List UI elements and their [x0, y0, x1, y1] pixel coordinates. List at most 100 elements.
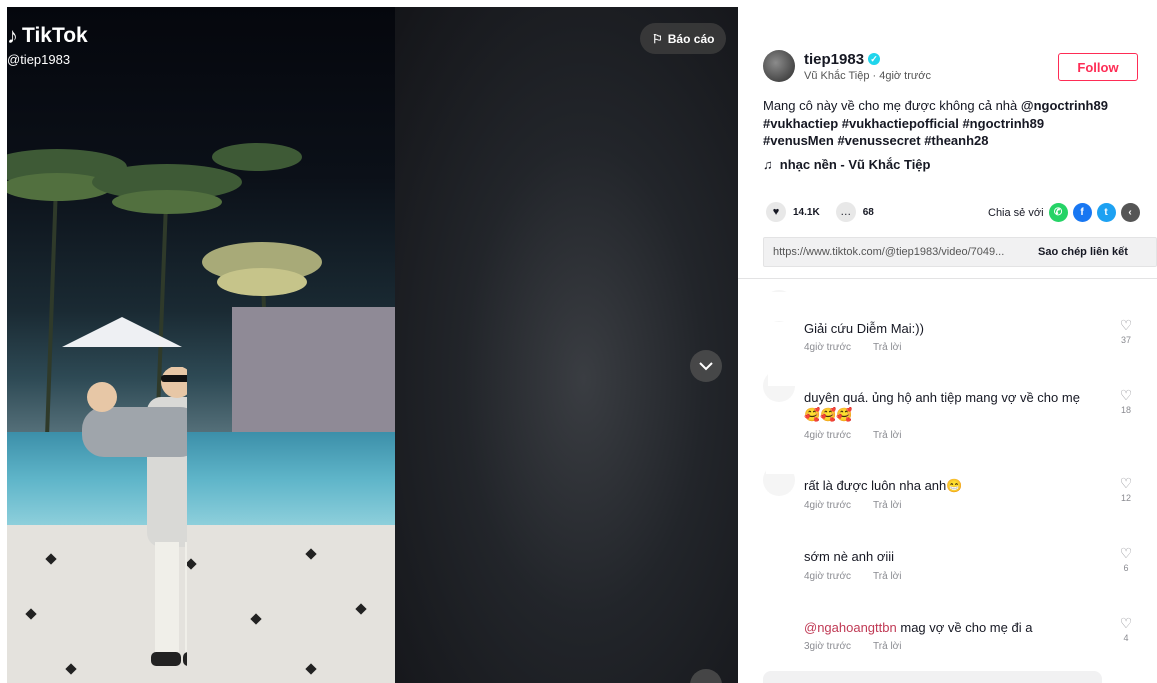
building-illustration — [232, 307, 397, 432]
caption-hashtag[interactable]: #vukhactiepofficial — [842, 116, 959, 131]
caption-hashtag[interactable]: #theanh28 — [924, 133, 988, 148]
comment-text: sớm nè anh ơiii — [804, 549, 895, 564]
music-link[interactable]: ♫ nhạc nền - Vũ Khắc Tiệp — [763, 157, 930, 172]
report-label: Báo cáo — [667, 31, 715, 46]
twitter-icon[interactable]: t — [1096, 203, 1116, 222]
engagement-actions: ♥ 14.1K … 68 — [766, 202, 890, 222]
comment-time: 4giờ trước — [804, 500, 852, 511]
comment-reply-button[interactable]: Trả lời — [873, 342, 901, 353]
comment-reply-button[interactable]: Trả lời — [873, 430, 901, 441]
music-note-icon: ♫ — [763, 157, 773, 172]
tiktok-brand-text: TikTok — [22, 24, 88, 47]
comment-meta: 4giờ trước Trả lời — [804, 430, 901, 441]
caption-hashtag[interactable]: #ngoctrinh89 — [962, 116, 1044, 131]
deck-tile — [355, 603, 367, 615]
tiktok-page: ♪ TikTok @tiep1983 ⚐ Báo cáo tiep1983 ✓ — [0, 0, 1157, 683]
comment-like-count: 37 — [1120, 335, 1131, 345]
caption-hashtag[interactable]: #venussecret — [837, 133, 920, 148]
comment-like-count: 18 — [1120, 405, 1131, 415]
heart-outline-icon: ♡ — [1119, 317, 1133, 333]
heart-outline-icon: ♡ — [1119, 615, 1133, 631]
comment-like[interactable]: ♡ 4 — [1116, 616, 1136, 643]
author-post-time: 4giờ trước — [879, 69, 931, 82]
comment-like-count: 4 — [1123, 633, 1129, 643]
share-row: Chia sẻ với ✆ f t ‹ — [988, 203, 1140, 222]
comment-input[interactable] — [763, 671, 1102, 683]
video-url[interactable]: https://www.tiktok.com/@tiep1983/video/7… — [764, 246, 1026, 258]
deck-tile — [25, 608, 37, 620]
facebook-icon[interactable]: f — [1072, 203, 1092, 222]
author-display-name: Vũ Khắc Tiệp — [804, 69, 870, 82]
comment-time: 4giờ trước — [804, 430, 852, 441]
comment-redaction — [846, 526, 880, 540]
heart-outline-icon: ♡ — [1119, 545, 1133, 561]
heart-icon[interactable]: ♥ — [766, 202, 786, 222]
flag-icon: ⚐ — [652, 31, 663, 46]
comment-redaction — [766, 446, 884, 474]
next-video-button[interactable] — [690, 350, 722, 382]
deck-illustration — [7, 525, 395, 683]
comment-redaction — [798, 596, 902, 616]
comment-time: 4giờ trước — [804, 342, 852, 353]
deck-tile — [185, 558, 197, 570]
share-link-box: https://www.tiktok.com/@tiep1983/video/7… — [763, 237, 1157, 267]
caption-mention[interactable]: @ngoctrinh89 — [1021, 98, 1108, 113]
copy-link-button[interactable]: Sao chép liên kết — [1026, 246, 1128, 258]
comment-text-body: mag vợ về cho mẹ đi a — [900, 620, 1033, 635]
deck-tile — [305, 548, 317, 560]
report-button[interactable]: ⚐ Báo cáo — [640, 23, 727, 54]
caption-hashtag[interactable]: #vukhactiep — [763, 116, 838, 131]
comment-text: Giải cứu Diễm Mai:)) — [804, 321, 924, 336]
comment-count: 68 — [862, 206, 874, 218]
author-username-row: tiep1983 ✓ — [804, 51, 931, 68]
heart-outline-icon: ♡ — [1119, 387, 1133, 403]
video-caption: Mang cô này về cho mẹ được không cả nhà … — [763, 97, 1113, 150]
caption-hashtag[interactable]: #venusMen — [763, 133, 834, 148]
comment-text: duyên quá. ủng hộ anh tiệp mang vợ về ch… — [804, 390, 1080, 422]
comment-redaction — [758, 292, 941, 321]
comment-text: rất là được luôn nha anh😁 — [804, 478, 963, 493]
author-avatar[interactable] — [763, 50, 795, 82]
author-sub: Vũ Khắc Tiệp · 4giờ trước — [804, 69, 931, 82]
comment-redaction — [768, 358, 1051, 386]
deck-tile — [45, 553, 57, 565]
details-panel: tiep1983 ✓ Vũ Khắc Tiệp · 4giờ trước Fol… — [738, 0, 1157, 683]
author-info[interactable]: tiep1983 ✓ Vũ Khắc Tiệp · 4giờ trước — [763, 50, 931, 82]
comment-time: 3giờ trước — [804, 641, 852, 652]
comment-time: 4giờ trước — [804, 571, 852, 582]
tiktok-note-icon: ♪ — [7, 23, 18, 48]
music-label: nhạc nền - Vũ Khắc Tiệp — [779, 157, 931, 172]
comment-mention[interactable]: @ngahoangttbn — [804, 620, 897, 635]
tiktok-logo: ♪ TikTok — [7, 23, 88, 49]
verified-badge-icon: ✓ — [868, 53, 881, 65]
comment-like[interactable]: ♡ 37 — [1116, 318, 1136, 345]
video-frame: ♪ TikTok @tiep1983 — [7, 7, 397, 683]
comment-like[interactable]: ♡ 18 — [1116, 388, 1136, 415]
caption-text: Mang cô này về cho mẹ được không cả nhà — [763, 98, 1018, 113]
comment-like-count: 12 — [1120, 493, 1131, 503]
comment-meta: 4giờ trước Trả lời — [804, 342, 901, 353]
comment-like[interactable]: ♡ 12 — [1116, 476, 1136, 503]
comment-reply-button[interactable]: Trả lời — [873, 641, 901, 652]
pool-illustration — [7, 432, 395, 527]
deck-tile — [305, 663, 317, 675]
whatsapp-icon[interactable]: ✆ — [1048, 203, 1068, 222]
comment-meta: 3giờ trước Trả lời — [804, 641, 901, 652]
chevron-down-icon — [699, 361, 713, 370]
comment-like[interactable]: ♡ 6 — [1116, 546, 1136, 573]
comment-icon[interactable]: … — [835, 202, 856, 222]
follow-button[interactable]: Follow — [1058, 53, 1138, 81]
like-count: 14.1K — [793, 206, 820, 218]
video-player[interactable]: ♪ TikTok @tiep1983 ⚐ Báo cáo — [7, 7, 738, 683]
comment-reply-button[interactable]: Trả lời — [873, 500, 901, 511]
divider — [738, 278, 1157, 279]
comment-reply-button[interactable]: Trả lời — [873, 571, 901, 582]
video-blur-background — [395, 7, 738, 683]
author-username[interactable]: tiep1983 — [804, 51, 864, 68]
video-handle: @tiep1983 — [7, 52, 71, 67]
comment-like-count: 6 — [1123, 563, 1129, 573]
share-more-icon[interactable]: ‹ — [1120, 203, 1140, 222]
comment-text: @ngahoangttbn mag vợ về cho mẹ đi a — [804, 619, 1094, 636]
heart-outline-icon: ♡ — [1119, 475, 1133, 491]
deck-tile — [65, 663, 77, 675]
